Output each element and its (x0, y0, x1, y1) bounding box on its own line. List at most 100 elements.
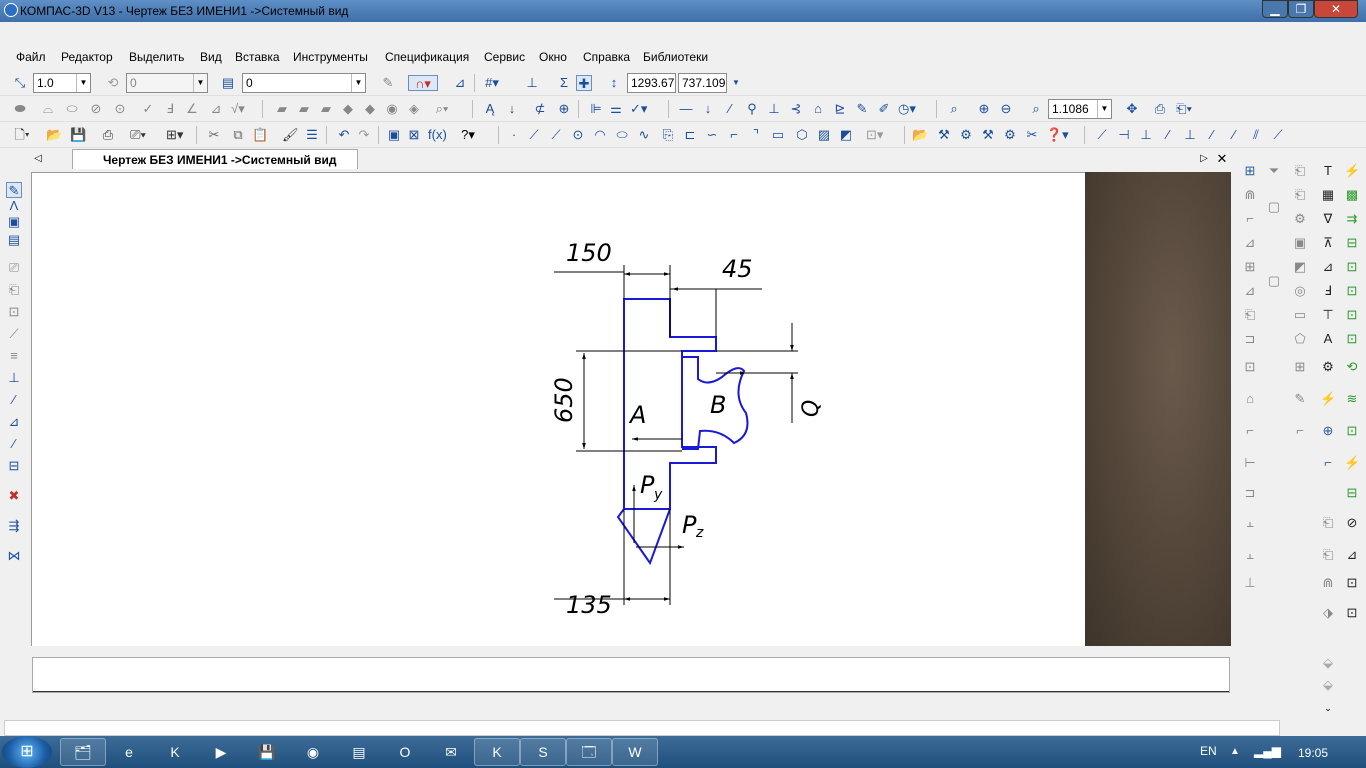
minimize-button[interactable]: ▁ (1262, 0, 1288, 18)
r52-icon[interactable]: ⊟ (1344, 485, 1360, 501)
mail-icon[interactable]: ✉ (428, 738, 474, 766)
r26-icon[interactable]: Ⅎ (1320, 283, 1336, 299)
manager-icon[interactable]: ▣ (386, 127, 402, 143)
style-6-icon[interactable]: ◉ (384, 101, 400, 117)
text-size-icon[interactable]: Ą (482, 101, 498, 117)
r34-icon[interactable]: A (1320, 331, 1336, 347)
style-5-icon[interactable]: ◆ (362, 101, 378, 117)
menu-file[interactable]: Файл (16, 50, 46, 64)
opera-icon[interactable]: O (382, 738, 428, 766)
refresh-icon[interactable]: ⎙ (1152, 101, 1168, 117)
r23-icon[interactable]: ⊿ (1242, 283, 1258, 299)
ortho-mode-icon[interactable]: ✚ (576, 75, 592, 91)
r12-icon[interactable]: ⚙ (1292, 211, 1308, 227)
slash-icon[interactable]: ⁄ (722, 101, 738, 117)
edit-7-icon[interactable]: ⁄ (6, 392, 22, 408)
r33-icon[interactable]: ⬠ (1292, 331, 1308, 347)
menu-select[interactable]: Выделить (129, 50, 184, 64)
r37-icon[interactable]: ⊞ (1292, 359, 1308, 375)
ellipse-icon[interactable]: ⬭ (614, 127, 630, 143)
r16-icon[interactable]: ▣ (1292, 235, 1308, 251)
dimensions-icon[interactable]: Ʌ (6, 198, 22, 214)
measure-icon[interactable]: ⌕▾ (434, 101, 450, 117)
circle-icon[interactable]: ⊙ (570, 127, 586, 143)
edit-6-icon[interactable]: ⊥ (6, 370, 22, 386)
y-coord-field[interactable]: 737.109 (678, 73, 727, 93)
language-indicator[interactable]: EN (1200, 744, 1217, 758)
close-tab-icon[interactable]: ✕ (1214, 151, 1230, 167)
line-tool-icon[interactable]: ⟋ (526, 127, 542, 143)
r56-icon[interactable]: ⫠ (1242, 547, 1258, 563)
r6-icon[interactable]: ⋒ (1242, 187, 1258, 203)
maximize-button[interactable]: ❐ (1288, 0, 1314, 18)
r20-icon[interactable]: ◩ (1292, 259, 1308, 275)
edit-1-icon[interactable]: ⎚ (6, 260, 22, 276)
delete-icon[interactable]: ✖ (6, 488, 22, 504)
signal-icon[interactable]: ▂▄▆ (1254, 744, 1281, 758)
r40-icon[interactable]: ⌂ (1242, 391, 1258, 407)
r47-icon[interactable]: ⊡ (1344, 423, 1360, 439)
function-icon[interactable]: f(x) (428, 127, 447, 143)
style-3-icon[interactable]: ▰ (318, 101, 334, 117)
ie-icon[interactable]: e (106, 738, 152, 766)
layer-icon[interactable]: ▤ (220, 75, 236, 91)
r57-icon[interactable]: ⎗ (1320, 547, 1336, 563)
param-2-icon[interactable]: ⋈ (6, 548, 22, 564)
text-sort-icon[interactable]: ↓ (504, 101, 520, 117)
r15-icon[interactable]: ⊿ (1242, 235, 1258, 251)
zoom-window-icon[interactable]: ⌕ (946, 101, 962, 117)
window-task-icon[interactable]: 🗔 (566, 738, 612, 766)
house-icon[interactable]: ⌂ (810, 101, 826, 117)
clock-icon[interactable]: ◷▾ (898, 101, 916, 117)
rectangle-icon[interactable]: ▭ (770, 127, 786, 143)
r22-icon[interactable]: ⊡ (1344, 259, 1360, 275)
target-icon[interactable]: ⊕ (556, 101, 572, 117)
aux-line-5-icon[interactable]: ⊥ (1182, 127, 1198, 143)
menu-insert[interactable]: Вставка (235, 50, 280, 64)
layers-icon[interactable]: ⎗▾ (1176, 101, 1192, 117)
new-file-icon[interactable]: 🗋▾ (14, 127, 30, 143)
r49-icon[interactable]: ⌐ (1320, 455, 1336, 471)
document-tab[interactable]: Чертеж БЕЗ ИМЕНИ1 ->Системный вид (72, 149, 358, 169)
r64-icon[interactable]: ⬙ (1320, 655, 1336, 671)
chrome-icon[interactable]: ◉ (290, 738, 336, 766)
r62-icon[interactable]: ⬗ (1320, 605, 1336, 621)
hatch-icon[interactable]: ⬬ (12, 101, 28, 117)
roughness-icon[interactable]: √▾ (230, 101, 246, 117)
chevron-down-icon[interactable]: ▼ (351, 74, 365, 92)
r46-icon[interactable]: ⊕ (1320, 423, 1336, 439)
corner-icon[interactable]: ⌐ (726, 127, 742, 143)
library-2-icon[interactable]: ⚒ (936, 127, 952, 143)
r48-icon[interactable]: ⊢ (1242, 455, 1258, 471)
r54-icon[interactable]: ⎗ (1320, 515, 1336, 531)
style-2-icon[interactable]: ▰ (296, 101, 312, 117)
aux-line-6-icon[interactable]: ⁄ (1204, 127, 1220, 143)
library-open-icon[interactable]: 📂 (912, 127, 928, 143)
align-icon[interactable]: ✓ (140, 101, 156, 117)
chevron-down-icon[interactable]: ▼ (1097, 100, 1111, 118)
edit-4-icon[interactable]: ⟋ (6, 326, 22, 342)
r17-icon[interactable]: ⊼ (1320, 235, 1336, 251)
base-icon[interactable]: ⊄ (532, 101, 548, 117)
start-button[interactable]: ⊞ (2, 736, 52, 768)
zoom-field[interactable]: 1.1086 ▼ (1048, 99, 1112, 119)
r11-icon[interactable]: ▢ (1266, 199, 1282, 215)
aux-line-9-icon[interactable]: ⟋ (1270, 127, 1286, 143)
r65-icon[interactable]: ⬙ (1320, 677, 1336, 693)
kompas-task-icon[interactable]: K (474, 738, 520, 766)
r13-icon[interactable]: ∇ (1320, 211, 1336, 227)
point-icon[interactable]: ⚲ (744, 101, 760, 117)
r27-icon[interactable]: ⊡ (1344, 283, 1360, 299)
r53-icon[interactable]: ⫠ (1242, 515, 1258, 531)
table-icon[interactable]: ⊫ (588, 101, 604, 117)
offset-icon[interactable]: ⎘ (660, 127, 676, 143)
panel-expand-icon[interactable]: ⌄ (1320, 700, 1336, 716)
layer-field[interactable]: 0 ▼ (242, 73, 366, 93)
menu-editor[interactable]: Редактор (61, 50, 113, 64)
fillet-tool-icon[interactable]: ⌝ (748, 127, 764, 143)
mark-icon[interactable]: ⊿ (208, 101, 224, 117)
r43-icon[interactable]: ≋ (1344, 391, 1360, 407)
hatch-tool-icon[interactable]: ▨ (816, 127, 832, 143)
r63-icon[interactable]: ⊡ (1344, 605, 1360, 621)
r31-icon[interactable]: ⊡ (1344, 307, 1360, 323)
